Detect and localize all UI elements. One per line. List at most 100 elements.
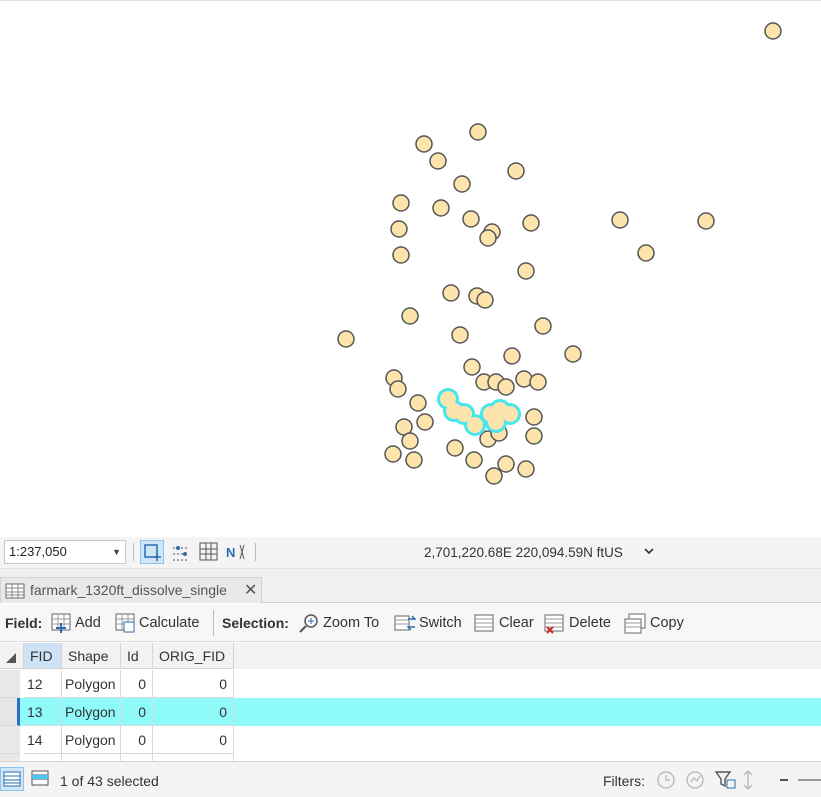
selected-feature-point[interactable] bbox=[502, 406, 518, 422]
map-feature-point[interactable] bbox=[415, 135, 433, 153]
map-feature-point[interactable] bbox=[390, 220, 408, 238]
cell-id: 0 bbox=[121, 726, 153, 754]
copy-icon bbox=[624, 613, 646, 638]
row-header[interactable] bbox=[0, 670, 20, 698]
map-feature-point[interactable] bbox=[389, 380, 407, 398]
divider bbox=[255, 543, 256, 561]
map-feature-point[interactable] bbox=[525, 427, 543, 445]
north-arrow-icon[interactable]: N bbox=[224, 540, 248, 564]
table-footer: 1 of 43 selected Filters: bbox=[0, 761, 821, 797]
map-feature-point[interactable] bbox=[392, 194, 410, 212]
map-feature-point[interactable] bbox=[401, 432, 419, 450]
map-feature-point[interactable] bbox=[529, 373, 547, 391]
select-all-corner[interactable] bbox=[0, 643, 24, 669]
range-filter-icon[interactable] bbox=[684, 769, 706, 794]
table-row[interactable]: 12 Polygon 0 0 bbox=[0, 670, 821, 698]
map-feature-point[interactable] bbox=[479, 229, 497, 247]
map-feature-point[interactable] bbox=[451, 326, 469, 344]
zoom-slider[interactable] bbox=[798, 779, 821, 781]
table-icon bbox=[5, 583, 25, 602]
coordinate-readout: 2,701,220.68E 220,094.59N ftUS bbox=[424, 545, 623, 560]
map-canvas[interactable] bbox=[0, 1, 821, 538]
column-header-id[interactable]: Id bbox=[121, 643, 153, 669]
cell-id: 0 bbox=[121, 698, 153, 726]
selected-feature-point[interactable] bbox=[467, 417, 483, 433]
map-feature-point[interactable] bbox=[497, 455, 515, 473]
map-feature-point[interactable] bbox=[416, 413, 434, 431]
map-feature-point[interactable] bbox=[405, 451, 423, 469]
fixed-zoom-icon[interactable] bbox=[140, 540, 164, 564]
table-row[interactable]: 14 Polygon 0 0 bbox=[0, 726, 821, 754]
map-view[interactable] bbox=[0, 0, 821, 537]
coordinate-format-chevron-icon[interactable] bbox=[643, 545, 655, 560]
map-feature-point[interactable] bbox=[465, 451, 483, 469]
map-feature-point[interactable] bbox=[517, 460, 535, 478]
cell-fid: 12 bbox=[24, 670, 62, 698]
clear-label: Clear bbox=[499, 615, 534, 631]
map-feature-point[interactable] bbox=[503, 347, 521, 365]
sort-icon[interactable] bbox=[740, 769, 756, 794]
grid-icon[interactable] bbox=[197, 540, 221, 564]
column-header-shape[interactable]: Shape bbox=[62, 643, 121, 669]
map-feature-point[interactable] bbox=[446, 439, 464, 457]
scale-value: 1:237,050 bbox=[9, 544, 67, 559]
divider bbox=[213, 610, 214, 636]
copy-label: Copy bbox=[650, 615, 684, 631]
map-feature-point[interactable] bbox=[697, 212, 715, 230]
time-filter-icon[interactable] bbox=[655, 769, 677, 794]
delete-label: Delete bbox=[569, 615, 611, 631]
map-feature-point[interactable] bbox=[469, 123, 487, 141]
map-feature-point[interactable] bbox=[517, 262, 535, 280]
table-row[interactable]: 15 Polygon 0 0 bbox=[0, 754, 821, 761]
tab-attribute-table[interactable]: farmark_1320ft_dissolve_single ✕ bbox=[0, 577, 262, 603]
map-feature-point[interactable] bbox=[525, 408, 543, 426]
map-feature-point[interactable] bbox=[485, 467, 503, 485]
cell-id: 0 bbox=[121, 754, 153, 761]
map-feature-point[interactable] bbox=[337, 330, 355, 348]
show-all-records-icon[interactable] bbox=[0, 767, 24, 791]
map-feature-point[interactable] bbox=[764, 22, 782, 40]
row-header[interactable] bbox=[0, 726, 20, 754]
zoom-out-icon[interactable] bbox=[780, 779, 788, 781]
column-header-orig-fid[interactable]: ORIG_FID bbox=[153, 643, 234, 669]
map-feature-point[interactable] bbox=[453, 175, 471, 193]
map-feature-point[interactable] bbox=[432, 199, 450, 217]
map-feature-point[interactable] bbox=[462, 210, 480, 228]
svg-text:N: N bbox=[226, 545, 235, 560]
map-feature-point[interactable] bbox=[463, 358, 481, 376]
close-icon[interactable]: ✕ bbox=[244, 580, 257, 600]
table-row-selected[interactable]: 13 Polygon 0 0 bbox=[0, 698, 821, 726]
map-feature-point[interactable] bbox=[522, 214, 540, 232]
map-feature-point[interactable] bbox=[507, 162, 525, 180]
show-selected-records-icon[interactable] bbox=[29, 767, 53, 791]
map-feature-point[interactable] bbox=[392, 246, 410, 264]
map-feature-point[interactable] bbox=[442, 284, 460, 302]
filters-label: Filters: bbox=[603, 773, 645, 789]
map-feature-point[interactable] bbox=[515, 370, 533, 388]
scale-selector[interactable]: 1:237,050 ▼ bbox=[4, 540, 126, 564]
cell-orig-fid: 0 bbox=[153, 754, 234, 761]
map-feature-point[interactable] bbox=[611, 211, 629, 229]
row-header[interactable] bbox=[0, 754, 20, 761]
cell-fid: 14 bbox=[24, 726, 62, 754]
map-feature-point[interactable] bbox=[476, 291, 494, 309]
filter-icon[interactable] bbox=[714, 769, 736, 794]
selected-feature-point[interactable] bbox=[488, 414, 504, 430]
cell-fid: 15 bbox=[24, 754, 62, 761]
cell-shape: Polygon bbox=[62, 670, 121, 698]
map-feature-point[interactable] bbox=[401, 307, 419, 325]
map-feature-point[interactable] bbox=[637, 244, 655, 262]
map-feature-point[interactable] bbox=[409, 394, 427, 412]
attribute-table-grid[interactable]: FID Shape Id ORIG_FID 12 Polygon 0 0 13 … bbox=[0, 643, 821, 761]
map-feature-point[interactable] bbox=[564, 345, 582, 363]
map-feature-point[interactable] bbox=[534, 317, 552, 335]
chevron-down-icon: ▼ bbox=[112, 547, 121, 557]
divider bbox=[133, 543, 134, 561]
cell-shape: Polygon bbox=[62, 726, 121, 754]
map-feature-point[interactable] bbox=[429, 152, 447, 170]
snapping-icon[interactable] bbox=[169, 540, 193, 564]
map-feature-point[interactable] bbox=[384, 445, 402, 463]
map-feature-point[interactable] bbox=[497, 378, 515, 396]
row-header-current[interactable] bbox=[0, 698, 20, 726]
column-header-fid[interactable]: FID bbox=[24, 643, 62, 669]
